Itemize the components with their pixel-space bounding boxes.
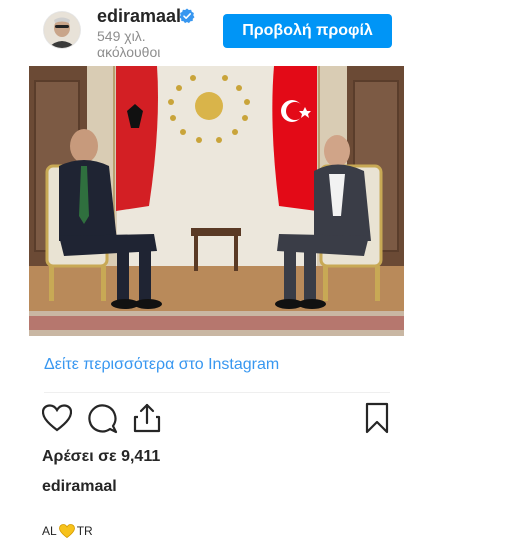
- caption-suffix: TR: [76, 524, 93, 538]
- caption-username[interactable]: ediramaal: [42, 478, 117, 496]
- verified-badge-icon: [179, 8, 195, 24]
- like-heart-icon[interactable]: [42, 404, 72, 432]
- likes-count[interactable]: Αρέσει σε 9,411: [42, 448, 160, 466]
- bookmark-icon[interactable]: [364, 402, 390, 434]
- yellow-heart-icon: [58, 524, 75, 538]
- post-photo[interactable]: [29, 66, 404, 336]
- see-more-on-instagram-link[interactable]: Δείτε περισσότερα στο Instagram: [44, 356, 279, 374]
- followers-count: 549 χιλ. ακόλουθοι: [97, 28, 207, 60]
- divider: [44, 392, 390, 393]
- followers-label: ακόλουθοι: [97, 44, 161, 60]
- username[interactable]: ediramaal: [97, 6, 181, 27]
- comment-bubble-icon[interactable]: [86, 402, 118, 434]
- post-header: ediramaal 549 χιλ. ακόλουθοι Προβολή προ…: [0, 0, 509, 60]
- avatar[interactable]: [44, 12, 80, 48]
- followers-count-number: 549 χιλ.: [97, 28, 146, 44]
- share-icon[interactable]: [132, 402, 162, 434]
- caption: AL TR: [42, 524, 93, 538]
- view-profile-button[interactable]: Προβολή προφίλ: [223, 14, 392, 48]
- caption-prefix: AL: [42, 524, 57, 538]
